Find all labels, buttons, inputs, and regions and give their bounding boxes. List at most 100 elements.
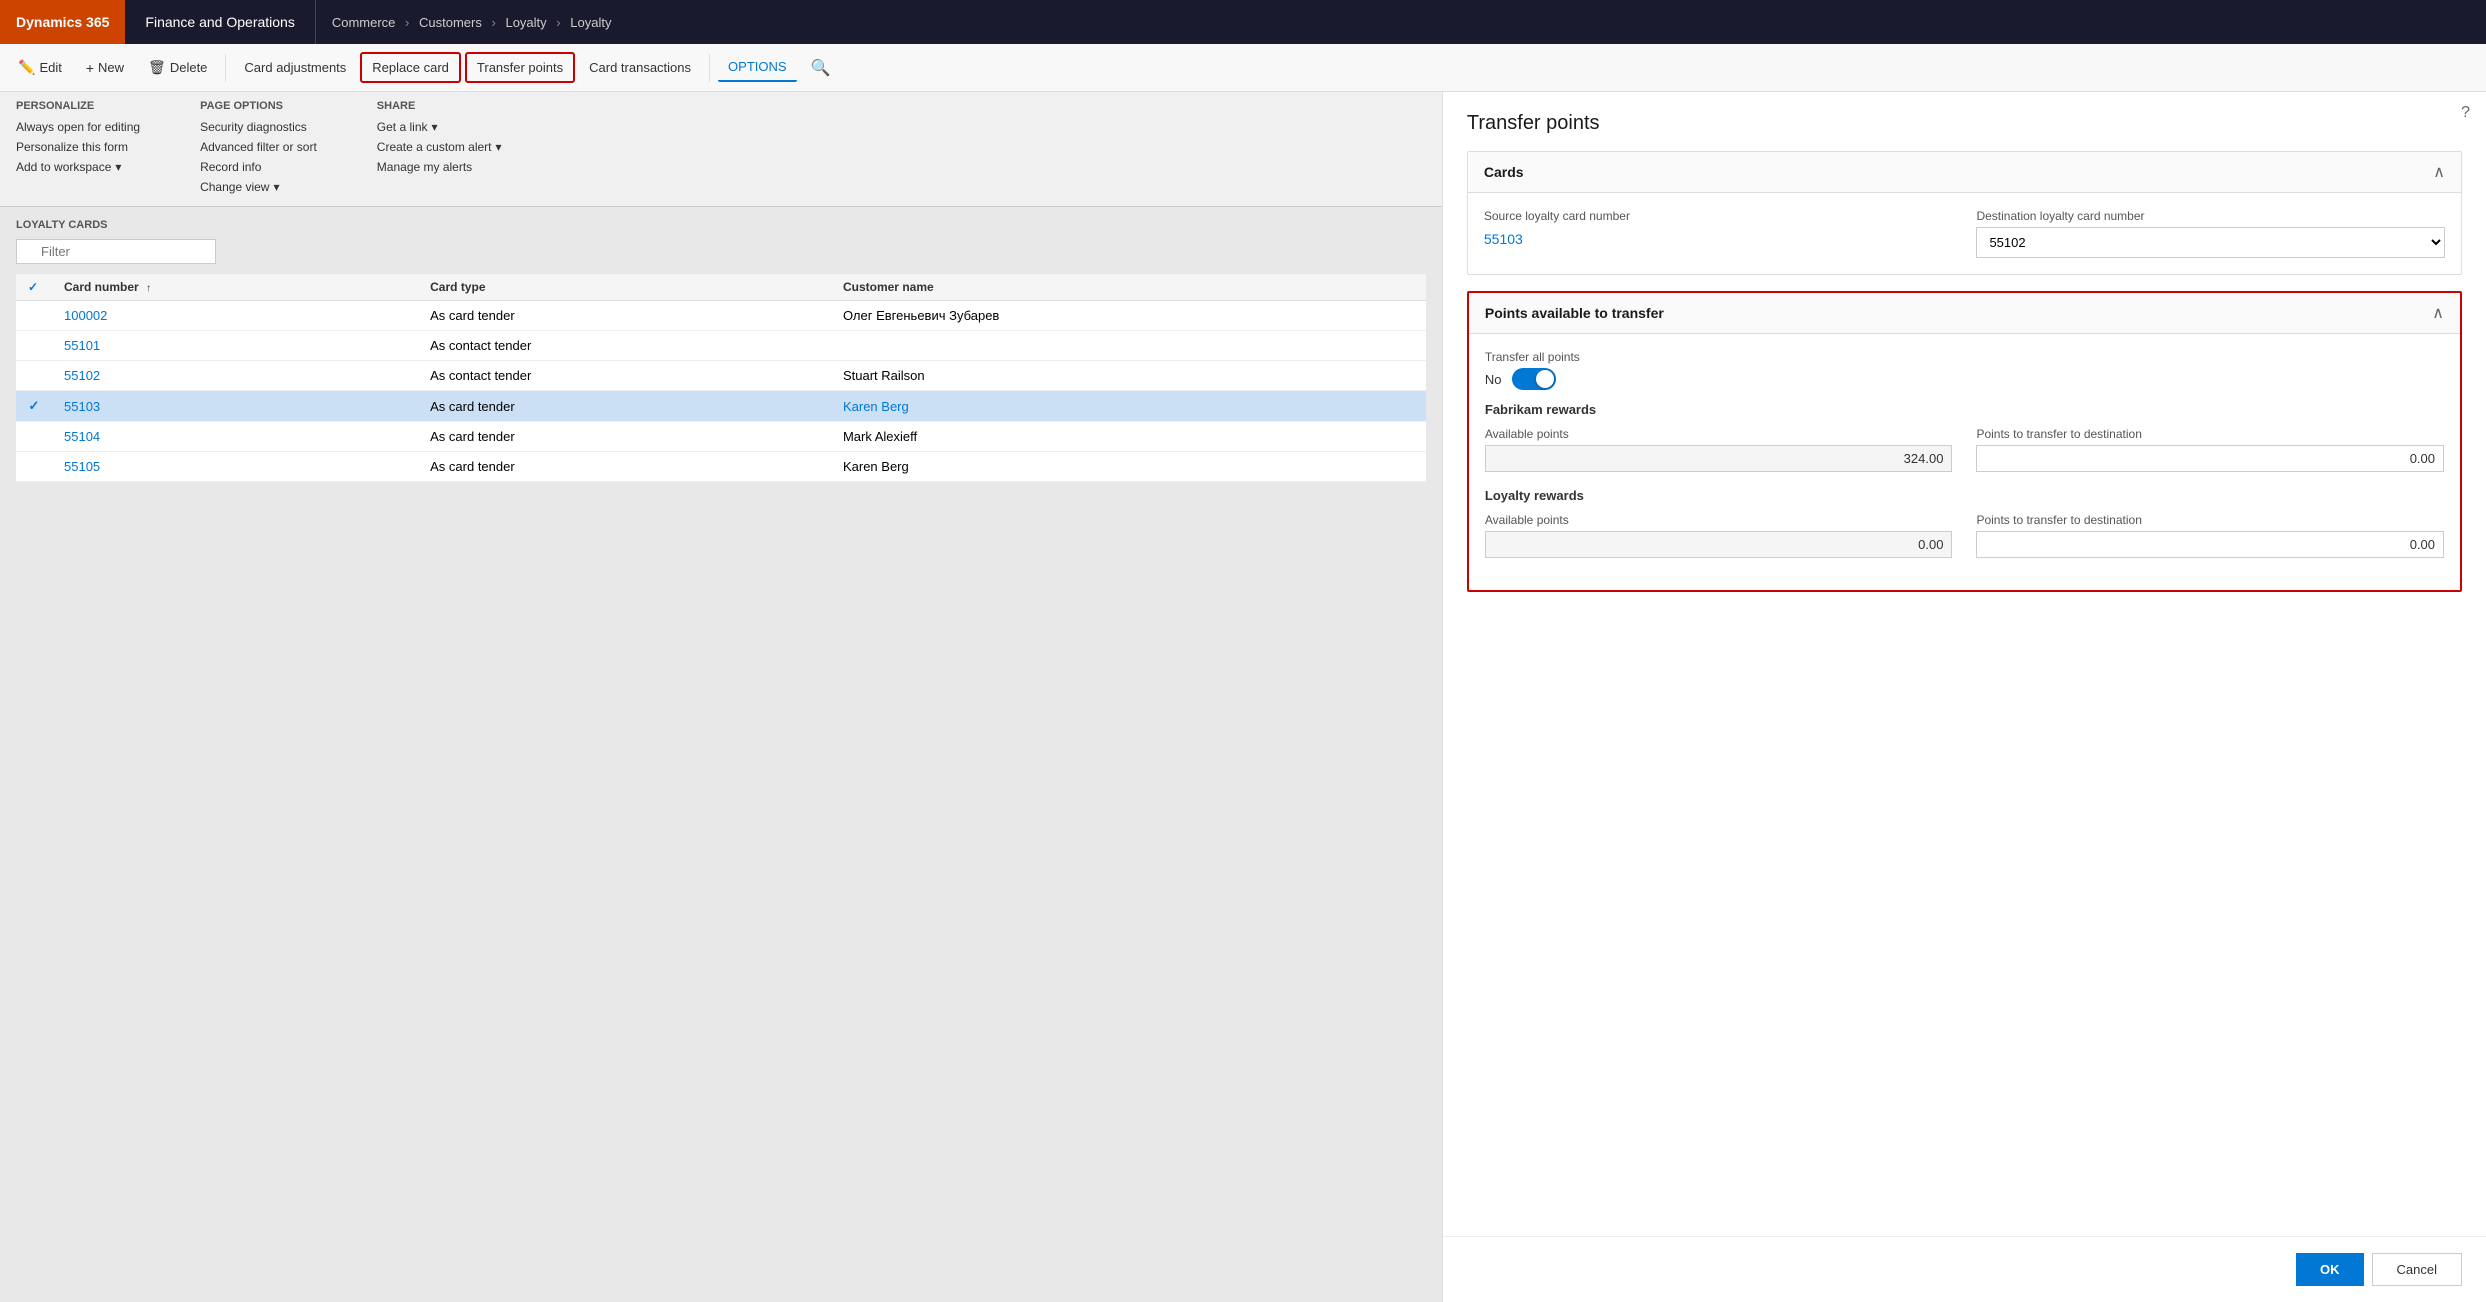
table-row[interactable]: 55104As card tenderMark Alexieff: [16, 422, 1426, 452]
row-check: ✓: [16, 391, 52, 422]
top-navigation: Dynamics 365 Finance and Operations Comm…: [0, 0, 2486, 44]
fabrikam-section: Fabrikam rewards Available points Points…: [1485, 402, 2444, 472]
points-section-title: Points available to transfer: [1485, 305, 1664, 321]
card-transactions-button[interactable]: Card transactions: [579, 54, 701, 81]
chevron-down-icon-3: ▾: [432, 120, 438, 134]
search-icon: 🔍: [811, 60, 831, 77]
chevron-down-icon-2: ▾: [273, 180, 279, 194]
destination-card-label: Destination loyalty card number: [1976, 209, 2445, 223]
card-number-cell[interactable]: 55102: [52, 361, 418, 391]
breadcrumb-customers[interactable]: Customers: [419, 15, 482, 30]
cards-section-title: Cards: [1484, 164, 1524, 180]
app-name[interactable]: Finance and Operations: [125, 0, 315, 44]
security-diagnostics-link[interactable]: Security diagnostics: [200, 120, 317, 134]
points-section-header[interactable]: Points available to transfer ∧: [1469, 293, 2460, 334]
customer-name-cell: Mark Alexieff: [831, 422, 1426, 452]
fabrikam-transfer-group: Points to transfer to destination: [1976, 427, 2444, 472]
toolbar-divider-1: [225, 54, 226, 82]
add-to-workspace-link[interactable]: Add to workspace ▾: [16, 160, 140, 174]
advanced-filter-link[interactable]: Advanced filter or sort: [200, 140, 317, 154]
loyalty-transfer-input[interactable]: [1976, 531, 2444, 558]
fabrikam-points-row: Available points Points to transfer to d…: [1485, 427, 2444, 472]
create-custom-alert-link[interactable]: Create a custom alert ▾: [377, 140, 502, 154]
card-number-cell[interactable]: 55103: [52, 391, 418, 422]
row-check: [16, 331, 52, 361]
breadcrumb: Commerce › Customers › Loyalty › Loyalty: [316, 15, 2486, 30]
table-row[interactable]: 55105As card tenderKaren Berg: [16, 452, 1426, 482]
loyalty-points-row: Available points Points to transfer to d…: [1485, 513, 2444, 558]
header-check-icon: ✓: [28, 280, 38, 294]
card-number-cell[interactable]: 55105: [52, 452, 418, 482]
row-check-icon: ✓: [29, 398, 40, 413]
destination-card-select[interactable]: 55102 55101 100002 55104 55105: [1976, 227, 2445, 258]
breadcrumb-loyalty2[interactable]: Loyalty: [570, 15, 611, 30]
delete-button[interactable]: 🗑 Delete: [138, 53, 217, 82]
share-section: SHARE Get a link ▾ Create a custom alert…: [377, 100, 502, 194]
delete-icon: 🗑: [148, 59, 166, 76]
personalize-form-link[interactable]: Personalize this form: [16, 140, 140, 154]
manage-alerts-link[interactable]: Manage my alerts: [377, 160, 502, 174]
table-row[interactable]: 100002As card tenderОлег Евгеньевич Зуба…: [16, 301, 1426, 331]
loyalty-title: Loyalty rewards: [1485, 488, 2444, 503]
loyalty-available-group: Available points: [1485, 513, 1953, 558]
table-row[interactable]: ✓55103As card tenderKaren Berg: [16, 391, 1426, 422]
record-info-link[interactable]: Record info: [200, 160, 317, 174]
fabrikam-available-group: Available points: [1485, 427, 1953, 472]
transfer-all-row: No: [1485, 368, 2444, 390]
ok-button[interactable]: OK: [2296, 1253, 2364, 1286]
options-button[interactable]: OPTIONS: [718, 53, 797, 82]
edit-button[interactable]: ✏️ Edit: [8, 53, 72, 82]
d365-logo[interactable]: Dynamics 365: [0, 0, 125, 44]
cards-collapse-icon: ∧: [2433, 162, 2445, 182]
transfer-all-toggle[interactable]: [1512, 368, 1556, 390]
dialog-title: Transfer points: [1467, 112, 2462, 135]
customer-name-cell: Karen Berg: [831, 452, 1426, 482]
card-adjustments-button[interactable]: Card adjustments: [234, 54, 356, 81]
replace-card-button[interactable]: Replace card: [360, 52, 461, 83]
help-icon[interactable]: ?: [2461, 104, 2470, 122]
sort-icon-card: ↑: [146, 283, 151, 294]
card-number-cell[interactable]: 55104: [52, 422, 418, 452]
new-button[interactable]: + New: [76, 54, 134, 82]
personalize-title: PERSONALIZE: [16, 100, 140, 112]
fabrikam-available-input: [1485, 445, 1953, 472]
chevron-down-icon: ▾: [115, 160, 121, 174]
loyalty-cards-table: ✓ Card number ↑ Card type Customer name …: [16, 274, 1426, 482]
change-view-link[interactable]: Change view ▾: [200, 180, 317, 194]
cancel-button[interactable]: Cancel: [2372, 1253, 2462, 1286]
chevron-down-icon-4: ▾: [496, 140, 502, 154]
cards-section: Cards ∧ Source loyalty card number 55103…: [1467, 151, 2462, 275]
search-button[interactable]: 🔍: [801, 52, 841, 84]
personalize-links: Always open for editing Personalize this…: [16, 120, 140, 174]
fabrikam-available-label: Available points: [1485, 427, 1953, 441]
left-panel: PERSONALIZE Always open for editing Pers…: [0, 92, 1442, 1302]
fabrikam-transfer-input[interactable]: [1976, 445, 2444, 472]
toolbar-divider-2: [709, 54, 710, 82]
th-customer-name[interactable]: Customer name: [831, 274, 1426, 301]
dialog-header: Transfer points: [1443, 92, 2486, 151]
breadcrumb-loyalty[interactable]: Loyalty: [505, 15, 546, 30]
table-row[interactable]: 55102As contact tenderStuart Railson: [16, 361, 1426, 391]
destination-card-group: Destination loyalty card number 55102 55…: [1976, 209, 2445, 258]
breadcrumb-commerce[interactable]: Commerce: [332, 15, 396, 30]
table-row[interactable]: 55101As contact tender: [16, 331, 1426, 361]
transfer-points-button[interactable]: Transfer points: [465, 52, 575, 83]
share-title: SHARE: [377, 100, 502, 112]
card-number-cell[interactable]: 100002: [52, 301, 418, 331]
get-link-link[interactable]: Get a link ▾: [377, 120, 502, 134]
filter-input[interactable]: [16, 239, 216, 264]
fabrikam-transfer-label: Points to transfer to destination: [1976, 427, 2444, 441]
th-card-number[interactable]: Card number ↑: [52, 274, 418, 301]
th-card-type[interactable]: Card type: [418, 274, 831, 301]
toggle-thumb: [1536, 370, 1554, 388]
filter-wrap: [16, 239, 1426, 264]
loyalty-transfer-group: Points to transfer to destination: [1976, 513, 2444, 558]
delete-label: Delete: [170, 60, 208, 75]
customer-name-cell: [831, 331, 1426, 361]
card-number-cell[interactable]: 55101: [52, 331, 418, 361]
options-panel: PERSONALIZE Always open for editing Pers…: [0, 92, 1442, 207]
page-options-title: PAGE OPTIONS: [200, 100, 317, 112]
always-open-link[interactable]: Always open for editing: [16, 120, 140, 134]
card-adjustments-label: Card adjustments: [244, 60, 346, 75]
cards-section-header[interactable]: Cards ∧: [1468, 152, 2461, 193]
